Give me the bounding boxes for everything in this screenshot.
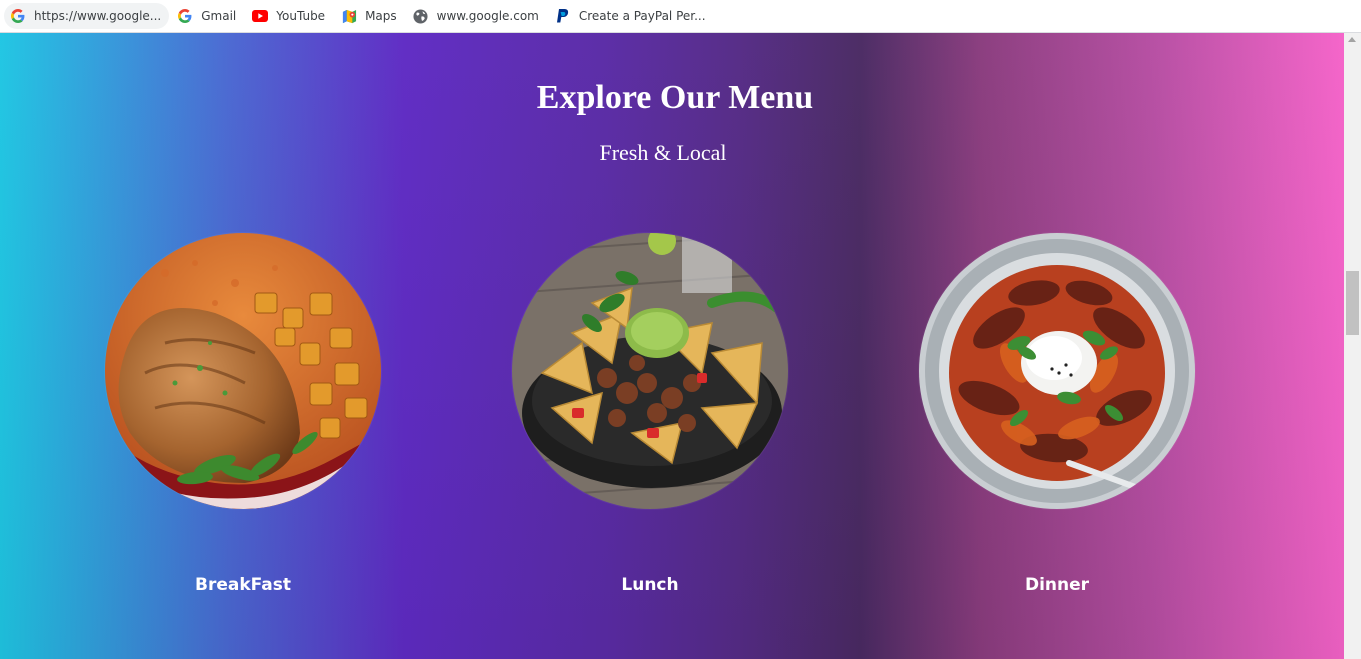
scrollbar-thumb[interactable] [1346,271,1359,335]
paypal-icon [555,8,571,24]
bookmark-youtube[interactable]: YouTube [246,3,333,29]
page-scrollbar[interactable] [1344,33,1361,659]
bookmark-google-search[interactable]: https://www.google... [4,3,170,29]
google-icon [177,8,193,24]
bookmark-label: YouTube [276,9,326,23]
maps-icon [341,8,357,24]
bookmark-label: Maps [365,9,397,23]
bookmark-label: https://www.google... [34,9,162,23]
dish-label-lunch[interactable]: Lunch [472,575,828,595]
bookmark-google-com[interactable]: www.google.com [407,3,547,29]
dish-card-dinner[interactable]: Dinner [919,233,1195,595]
bookmark-gmail[interactable]: Gmail [171,3,244,29]
dish-label-breakfast[interactable]: BreakFast [65,575,421,595]
menu-title: Explore Our Menu [536,79,814,116]
dish-label-dinner[interactable]: Dinner [879,575,1235,595]
bookmark-paypal[interactable]: Create a PayPal Per... [549,3,714,29]
google-icon [10,8,26,24]
lunch-photo[interactable] [512,233,788,509]
scroll-up-arrow-icon[interactable] [1348,37,1356,42]
bookmark-label: www.google.com [436,9,539,23]
bookmark-label: Gmail [201,9,237,23]
bookmarks-bar: https://www.google... Gmail YouTube Maps… [0,0,1361,33]
breakfast-photo[interactable] [105,233,381,509]
menu-subtitle: Fresh & Local [599,140,727,165]
dish-card-breakfast[interactable]: BreakFast [105,233,381,595]
youtube-icon [252,8,269,24]
dish-card-lunch[interactable]: Lunch [512,233,788,595]
menu-section: Explore Our Menu Fresh & Local BreakFast… [0,33,1344,659]
globe-icon [413,8,429,24]
dinner-photo[interactable] [919,233,1195,509]
bookmark-label: Create a PayPal Per... [578,9,706,23]
bookmark-maps[interactable]: Maps [335,3,405,29]
